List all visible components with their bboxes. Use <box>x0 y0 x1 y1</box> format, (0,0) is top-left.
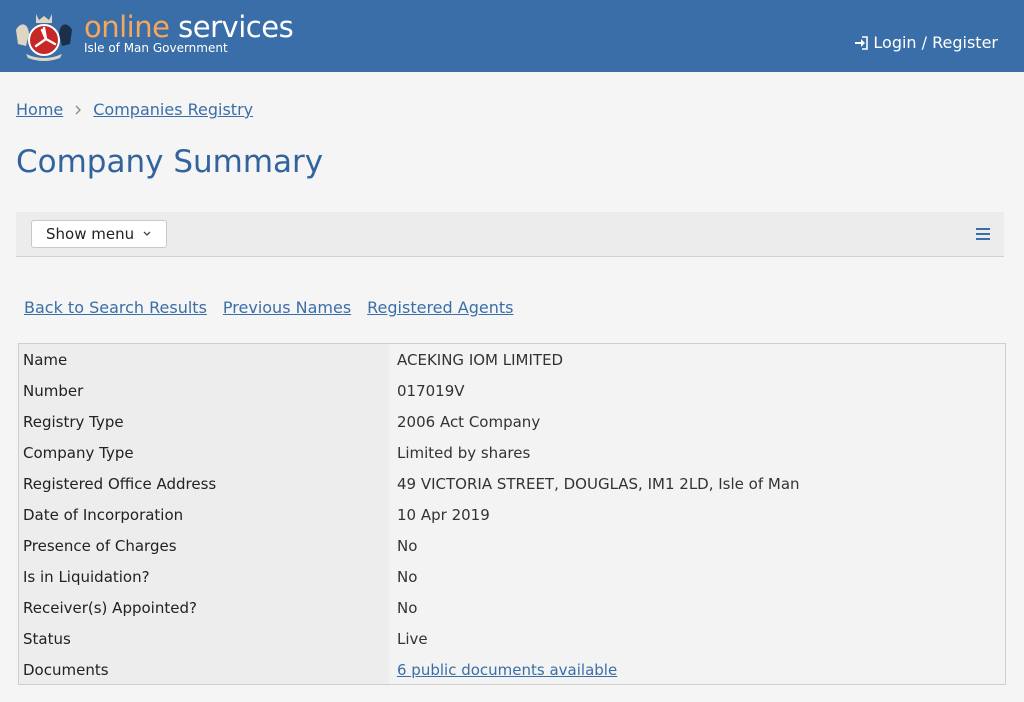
row-value: Limited by shares <box>397 443 531 462</box>
summary-row-registry-type: Registry Type 2006 Act Company <box>19 406 1005 437</box>
login-register-link[interactable]: Login / Register <box>854 33 998 52</box>
brand-online-text: online <box>84 10 170 44</box>
show-menu-button[interactable]: Show menu <box>31 220 168 248</box>
hamburger-icon[interactable] <box>976 228 990 240</box>
row-value: 2006 Act Company <box>397 412 541 431</box>
brand-services-text: services <box>169 10 294 44</box>
summary-row-number: Number 017019V <box>19 375 1005 406</box>
row-value: No <box>397 567 418 586</box>
breadcrumb-companies-registry[interactable]: Companies Registry <box>93 100 253 119</box>
summary-row-status: Status Live <box>19 623 1005 654</box>
registered-agents-link[interactable]: Registered Agents <box>367 298 513 317</box>
row-label: Company Type <box>23 443 134 462</box>
row-value: No <box>397 536 418 555</box>
summary-row-receivers-appointed: Receiver(s) Appointed? No <box>19 592 1005 623</box>
summary-row-company-type: Company Type Limited by shares <box>19 437 1005 468</box>
row-value: 10 Apr 2019 <box>397 505 490 524</box>
row-value: Live <box>397 629 428 648</box>
summary-row-presence-of-charges: Presence of Charges No <box>19 530 1005 561</box>
row-label: Receiver(s) Appointed? <box>23 598 197 617</box>
summary-row-date-of-incorporation: Date of Incorporation 10 Apr 2019 <box>19 499 1005 530</box>
back-to-search-results-link[interactable]: Back to Search Results <box>24 298 207 317</box>
previous-names-link[interactable]: Previous Names <box>223 298 351 317</box>
row-label: Is in Liquidation? <box>23 567 150 586</box>
show-menu-label: Show menu <box>46 225 135 243</box>
public-documents-link[interactable]: 6 public documents available <box>397 661 617 679</box>
row-label: Presence of Charges <box>23 536 177 555</box>
row-label: Registered Office Address <box>23 474 217 493</box>
sign-in-icon <box>855 35 869 50</box>
row-value: ACEKING IOM LIMITED <box>397 350 564 369</box>
summary-row-in-liquidation: Is in Liquidation? No <box>19 561 1005 592</box>
row-value: 017019V <box>397 381 465 400</box>
row-label: Number <box>23 381 84 400</box>
row-label: Date of Incorporation <box>23 505 184 524</box>
row-value: No <box>397 598 418 617</box>
brand-wordmark: online services Isle of Man Government <box>84 10 294 54</box>
row-value: 6 public documents available <box>393 661 1005 679</box>
company-links: Back to Search Results Previous Names Re… <box>24 298 513 317</box>
row-label: Status <box>23 629 71 648</box>
chevron-right-icon <box>75 105 82 114</box>
site-header: online services Isle of Man Government L… <box>0 0 1024 72</box>
summary-row-documents: Documents 6 public documents available <box>19 654 1005 685</box>
breadcrumb: Home Companies Registry <box>16 100 253 119</box>
chevron-down-icon <box>143 231 151 236</box>
row-label: Documents <box>23 660 109 679</box>
row-label: Registry Type <box>23 412 124 431</box>
login-register-label: Login / Register <box>873 33 998 52</box>
summary-row-name: Name ACEKING IOM LIMITED <box>19 344 1005 375</box>
row-label: Name <box>23 350 68 369</box>
breadcrumb-home[interactable]: Home <box>16 100 63 119</box>
page-title: Company Summary <box>16 144 324 180</box>
company-summary-table: Name ACEKING IOM LIMITED Number 017019V … <box>18 343 1006 685</box>
summary-row-registered-office-address: Registered Office Address 49 VICTORIA ST… <box>19 468 1005 499</box>
menu-bar: Show menu <box>16 212 1004 257</box>
row-value: 49 VICTORIA STREET, DOUGLAS, IM1 2LD, Is… <box>397 474 800 493</box>
isle-of-man-crest-icon[interactable] <box>12 8 76 62</box>
